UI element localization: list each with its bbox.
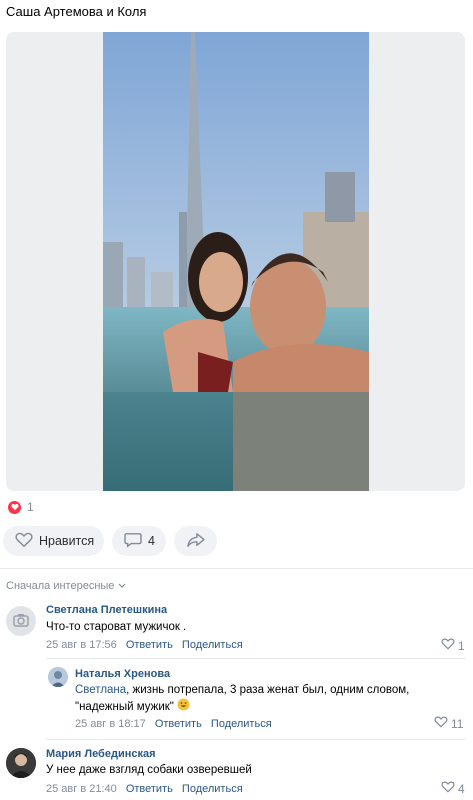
share-comment-button[interactable]: Поделиться (182, 639, 243, 651)
comment-text: Что-то староват мужичок . (46, 621, 187, 633)
divider (46, 739, 466, 740)
comment-like-count: 1 (458, 638, 465, 653)
reply-button[interactable]: Ответить (126, 783, 173, 795)
comments-count: 4 (148, 534, 155, 548)
comment-like-button[interactable]: 4 (441, 781, 465, 796)
avatar[interactable] (6, 748, 36, 778)
comment-meta: 25 авг в 21:40 Ответить Поделиться (46, 783, 249, 795)
comment-date[interactable]: 25 авг в 18:17 (75, 718, 146, 730)
post-photo[interactable] (103, 32, 369, 491)
heart-icon (8, 500, 21, 514)
comment-text: Светлана, жизнь потрепала, 3 раза женат … (75, 682, 465, 716)
comment-author[interactable]: Наталья Хренова (75, 668, 170, 680)
likes-summary[interactable]: 1 (8, 500, 34, 514)
comment-meta: 25 авг в 17:56 Ответить Поделиться (46, 639, 249, 651)
avatar-image (6, 748, 36, 778)
share-button[interactable] (174, 526, 217, 556)
comments-sort-label: Сначала интересные (6, 580, 115, 592)
post-photo-frame (6, 32, 465, 491)
avatar[interactable] (6, 606, 36, 636)
comment-text: У нее даже взгляд собаки озверевшей (46, 764, 252, 776)
like-label: Нравится (39, 534, 95, 548)
comment-text-line1: , жизнь потрепала, 3 раза женат был, одн… (126, 684, 410, 696)
comments-button[interactable]: 4 (112, 526, 166, 556)
post-caption[interactable]: Саша Артемова и Коля (6, 4, 146, 19)
avatar[interactable] (48, 667, 68, 687)
divider (46, 658, 466, 659)
comments-sort[interactable]: Сначала интересные (6, 580, 126, 592)
chevron-down-icon (118, 580, 126, 592)
comment-like-button[interactable]: 1 (441, 638, 465, 653)
heart-outline-icon (434, 716, 448, 731)
avatar-image (48, 667, 68, 687)
comment-date[interactable]: 25 авг в 17:56 (46, 639, 117, 651)
comment-meta: 25 авг в 18:17 Ответить Поделиться (75, 718, 278, 730)
like-button[interactable]: Нравится (3, 526, 104, 556)
reply-button[interactable]: Ответить (126, 639, 173, 651)
comment-date[interactable]: 25 авг в 21:40 (46, 783, 117, 795)
camera-icon (13, 614, 29, 627)
comment-mention[interactable]: Светлана (75, 684, 126, 696)
share-comment-button[interactable]: Поделиться (211, 718, 272, 730)
heart-outline-icon (441, 781, 455, 796)
heart-outline-icon (15, 532, 33, 551)
smile-emoji-icon (177, 698, 190, 716)
comment-author[interactable]: Светлана Плетешкина (46, 604, 167, 616)
comment-icon (124, 532, 142, 551)
share-comment-button[interactable]: Поделиться (182, 783, 243, 795)
share-icon (186, 532, 206, 551)
comment-text-line2: "надежный мужик" (75, 701, 174, 714)
divider (0, 568, 473, 569)
comment-like-count: 4 (458, 781, 465, 796)
heart-outline-icon (441, 638, 455, 653)
photo-illustration (103, 32, 369, 491)
post-actions: Нравится 4 (3, 526, 217, 556)
likes-count: 1 (27, 500, 34, 514)
comment-author[interactable]: Мария Лебединская (46, 748, 156, 760)
comment-like-button[interactable]: 11 (434, 716, 463, 731)
reply-button[interactable]: Ответить (155, 718, 202, 730)
comment-like-count: 11 (451, 716, 464, 731)
